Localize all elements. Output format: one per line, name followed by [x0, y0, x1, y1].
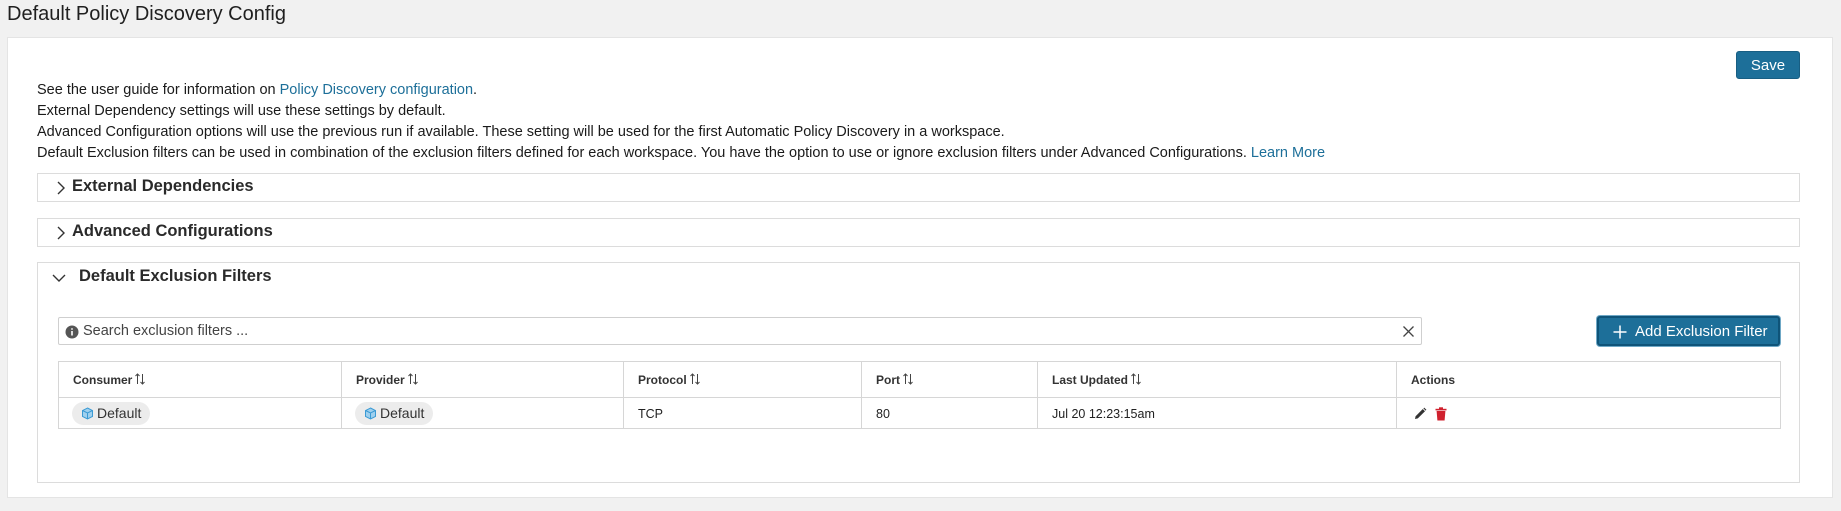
scope-pill-provider[interactable]: Default — [355, 402, 434, 425]
column-header-protocol[interactable]: Protocol — [624, 362, 862, 397]
accordion-header-advanced-configurations[interactable]: Advanced Configurations — [38, 219, 1799, 247]
sort-arrows-icon[interactable] — [134, 373, 146, 385]
table-header-row: Consumer Provider Protocol Port Last Upd… — [59, 362, 1780, 398]
search-input[interactable] — [83, 320, 1383, 342]
learn-more-link[interactable]: Learn More — [1251, 145, 1325, 161]
search-box — [58, 317, 1422, 345]
last-updated-value: Jul 20 12:23:15am — [1052, 407, 1155, 421]
column-label: Actions — [1411, 373, 1456, 387]
chevron-down-icon — [52, 274, 66, 282]
page-title: Default Policy Discovery Config — [7, 3, 286, 25]
port-value: 80 — [876, 407, 890, 421]
sort-arrows-icon[interactable] — [1130, 373, 1142, 385]
accordion-advanced-configurations: Advanced Configurations — [37, 218, 1800, 247]
column-header-consumer[interactable]: Consumer — [59, 362, 342, 397]
cube-icon — [365, 407, 376, 420]
cell-consumer: Default — [59, 398, 342, 429]
cell-port: 80 — [862, 398, 1038, 429]
column-label: Protocol — [638, 373, 687, 387]
add-exclusion-filter-button[interactable]: Add Exclusion Filter — [1597, 316, 1780, 346]
policy-discovery-config-link[interactable]: Policy Discovery configuration — [280, 82, 473, 98]
column-label: Provider — [356, 373, 405, 387]
scope-name: Default — [97, 405, 142, 421]
column-header-provider[interactable]: Provider — [342, 362, 624, 397]
cube-icon — [82, 407, 93, 420]
cell-actions — [1397, 398, 1780, 429]
accordion-default-exclusion-filters: Default Exclusion Filters Add Exclusion … — [37, 262, 1800, 483]
trash-icon[interactable] — [1435, 407, 1447, 421]
scope-name: Default — [380, 405, 425, 421]
table-row: Default Default TCP 80 Jul 20 12:23:15am — [59, 398, 1780, 429]
column-header-port[interactable]: Port — [862, 362, 1038, 397]
sort-arrows-icon[interactable] — [902, 373, 914, 385]
chevron-right-icon — [57, 181, 65, 195]
accordion-external-dependencies: External Dependencies — [37, 173, 1800, 202]
info-line-user-guide: See the user guide for information on Po… — [37, 80, 1325, 101]
info-line-external: External Dependency settings will use th… — [37, 103, 446, 119]
add-exclusion-filter-label: Add Exclusion Filter — [1635, 322, 1768, 340]
info-circle-icon[interactable] — [65, 325, 79, 339]
cell-last-updated: Jul 20 12:23:15am — [1038, 398, 1397, 429]
close-icon[interactable] — [1402, 325, 1415, 338]
info-block: See the user guide for information on Po… — [37, 80, 1325, 164]
accordion-header-external-dependencies[interactable]: External Dependencies — [38, 174, 1799, 202]
exclusion-filters-table: Consumer Provider Protocol Port Last Upd… — [58, 361, 1781, 429]
sort-arrows-icon[interactable] — [689, 373, 701, 385]
column-label: Last Updated — [1052, 373, 1129, 387]
info-text: . — [473, 82, 478, 98]
accordion-title: Default Exclusion Filters — [79, 267, 272, 285]
accordion-title: Advanced Configurations — [72, 222, 273, 240]
cell-protocol: TCP — [624, 398, 862, 429]
column-header-last-updated[interactable]: Last Updated — [1038, 362, 1397, 397]
scope-pill-consumer[interactable]: Default — [72, 402, 151, 425]
sort-arrows-icon[interactable] — [407, 373, 419, 385]
plus-icon — [1613, 325, 1627, 339]
column-label: Port — [876, 373, 900, 387]
save-button[interactable]: Save — [1736, 51, 1800, 79]
accordion-title: External Dependencies — [72, 177, 254, 195]
info-line-advanced: Advanced Configuration options will use … — [37, 124, 1005, 140]
info-text: Default Exclusion filters can be used in… — [37, 145, 1251, 161]
info-line-exclusion: Default Exclusion filters can be used in… — [37, 143, 1325, 164]
cell-provider: Default — [342, 398, 624, 429]
info-text: See the user guide for information on — [37, 82, 280, 98]
protocol-value: TCP — [638, 407, 663, 421]
column-label: Consumer — [73, 373, 133, 387]
accordion-header-default-exclusion-filters[interactable]: Default Exclusion Filters — [38, 263, 1799, 291]
chevron-right-icon — [57, 226, 65, 240]
column-header-actions: Actions — [1397, 362, 1780, 397]
pencil-icon[interactable] — [1413, 407, 1427, 421]
